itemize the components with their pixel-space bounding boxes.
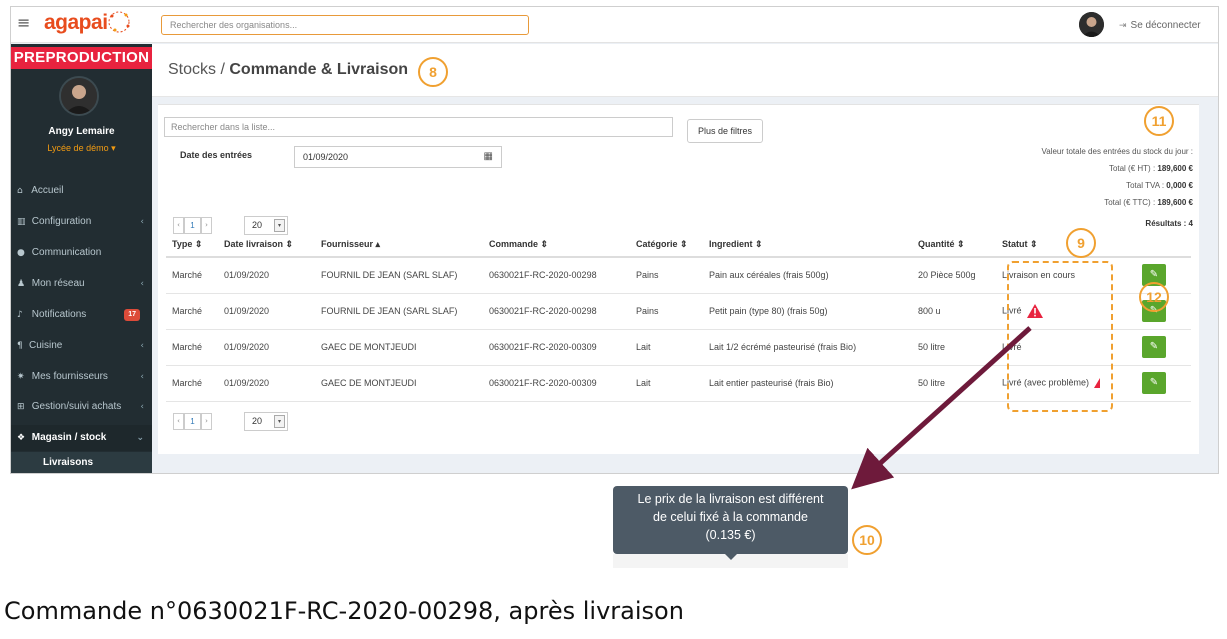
tooltip-pointer [725,554,737,560]
tooltip-line-3: (0.135 €) [705,528,756,542]
tooltip-line-1: Le prix de la livraison est différent [637,492,824,506]
tooltip-line-2: de celui fixé à la commande [653,510,808,524]
price-difference-tooltip: Le prix de la livraison est différent de… [613,486,848,554]
figure-caption: Commande n°0630021F-RC-2020-00298, après… [4,597,684,625]
annotation-10: 10 [852,525,882,555]
